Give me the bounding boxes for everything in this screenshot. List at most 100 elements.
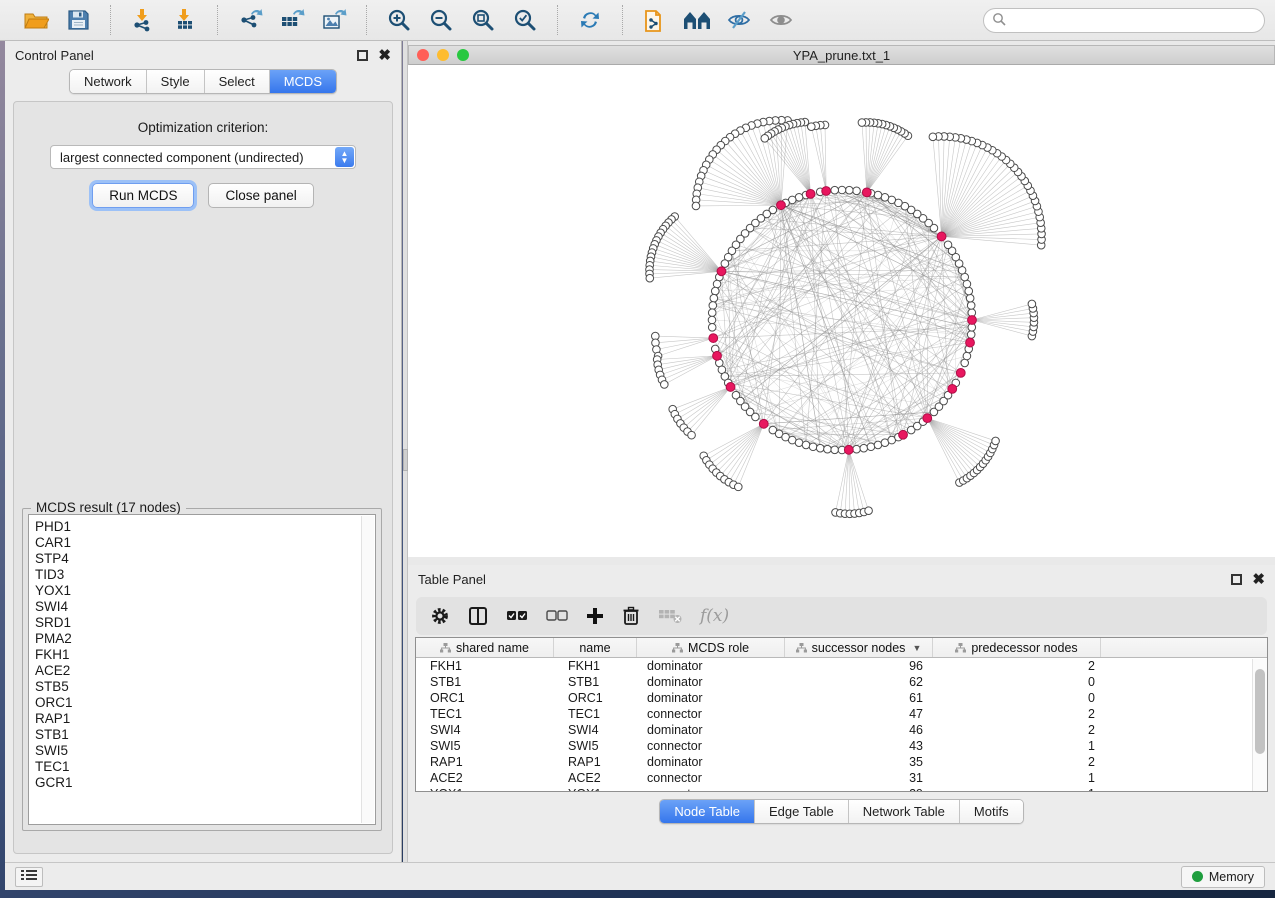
mcds-result-item[interactable]: CAR1 xyxy=(35,535,375,551)
network-window-titlebar[interactable]: YPA_prune.txt_1 xyxy=(408,45,1275,65)
delete-icon[interactable] xyxy=(622,606,640,626)
refresh-button[interactable] xyxy=(572,4,608,36)
zoom-in-button[interactable] xyxy=(381,4,417,36)
gear-icon[interactable] xyxy=(430,606,450,626)
close-panel-icon[interactable]: ✖ xyxy=(378,50,391,61)
table-row[interactable]: RAP1RAP1dominator352 xyxy=(416,754,1267,770)
table-tab-motifs[interactable]: Motifs xyxy=(960,800,1023,823)
table-tab-node-table[interactable]: Node Table xyxy=(660,800,755,823)
run-mcds-button[interactable]: Run MCDS xyxy=(92,183,194,208)
vertical-splitter[interactable] xyxy=(403,41,408,862)
import-network-icon xyxy=(131,8,155,32)
column-header-name[interactable]: name xyxy=(554,638,637,657)
zoom-fit-button[interactable] xyxy=(465,4,501,36)
table-cell: RAP1 xyxy=(554,754,637,770)
column-header-filler xyxy=(1101,638,1267,657)
tab-network[interactable]: Network xyxy=(70,70,147,93)
mcds-result-item[interactable]: RAP1 xyxy=(35,711,375,727)
mcds-result-item[interactable]: TID3 xyxy=(35,567,375,583)
mcds-result-item[interactable]: YOX1 xyxy=(35,583,375,599)
table-cell: ORC1 xyxy=(554,690,637,706)
task-history-button[interactable] xyxy=(15,867,43,887)
refresh-icon xyxy=(578,8,602,32)
memory-button[interactable]: Memory xyxy=(1181,866,1265,888)
hide-panel-button[interactable] xyxy=(721,4,757,36)
close-table-panel-icon[interactable]: ✖ xyxy=(1252,574,1265,585)
mcds-result-item[interactable]: PMA2 xyxy=(35,631,375,647)
add-icon[interactable] xyxy=(586,607,604,625)
tree-column-icon xyxy=(440,643,451,653)
table-row[interactable]: FKH1FKH1dominator962 xyxy=(416,658,1267,674)
open-file-button[interactable] xyxy=(18,4,54,36)
optimization-criterion-dropdown[interactable]: largest connected component (undirected)… xyxy=(50,145,356,169)
mcds-result-item[interactable]: SRD1 xyxy=(35,615,375,631)
network-canvas[interactable] xyxy=(408,65,1275,557)
toolbar-separator xyxy=(557,5,558,35)
export-table-icon xyxy=(279,8,305,32)
mcds-result-item[interactable]: PHD1 xyxy=(35,519,375,535)
show-panel-button[interactable] xyxy=(763,4,799,36)
table-tab-edge-table[interactable]: Edge Table xyxy=(755,800,849,823)
float-panel-icon[interactable] xyxy=(357,50,368,61)
search-input[interactable] xyxy=(1011,13,1256,27)
control-panel-title: Control Panel xyxy=(15,48,357,63)
tab-style[interactable]: Style xyxy=(147,70,205,93)
deselect-all-icon[interactable] xyxy=(546,609,568,623)
export-image-button[interactable] xyxy=(316,4,352,36)
column-header-shared-name[interactable]: shared name xyxy=(416,638,554,657)
open-folder-icon xyxy=(23,9,49,31)
column-header-successor-nodes[interactable]: successor nodes▼ xyxy=(785,638,933,657)
mcds-result-item[interactable]: ACE2 xyxy=(35,663,375,679)
mcds-result-list[interactable]: PHD1CAR1STP4TID3YOX1SWI4SRD1PMA2FKH1ACE2… xyxy=(28,514,376,825)
mcds-result-item[interactable]: STP4 xyxy=(35,551,375,567)
mcds-result-item[interactable]: FKH1 xyxy=(35,647,375,663)
splitter-grip[interactable] xyxy=(403,449,408,471)
network-graph[interactable] xyxy=(408,65,1275,557)
mcds-result-title: MCDS result (17 nodes) xyxy=(31,500,186,515)
search-field[interactable] xyxy=(983,8,1265,33)
table-scrollbar-thumb[interactable] xyxy=(1255,669,1265,754)
mcds-result-item[interactable]: STB1 xyxy=(35,727,375,743)
table-cell: 1 xyxy=(933,770,1101,786)
table-cell: SWI4 xyxy=(416,722,554,738)
table-cell: 47 xyxy=(785,706,933,722)
import-table-button[interactable] xyxy=(167,4,203,36)
mcds-list-scrollbar[interactable] xyxy=(361,516,374,823)
export-network-button[interactable] xyxy=(232,4,268,36)
table-row[interactable]: YOX1YOX1connector291 xyxy=(416,786,1267,792)
column-header-MCDS-role[interactable]: MCDS role xyxy=(637,638,785,657)
close-panel-button[interactable]: Close panel xyxy=(208,183,313,208)
column-chooser-icon[interactable] xyxy=(468,606,488,626)
table-cell-filler xyxy=(1101,690,1267,706)
import-network-button[interactable] xyxy=(125,4,161,36)
float-table-panel-icon[interactable] xyxy=(1231,574,1242,585)
mcds-result-item[interactable]: SWI5 xyxy=(35,743,375,759)
table-row[interactable]: TEC1TEC1connector472 xyxy=(416,706,1267,722)
export-table-button[interactable] xyxy=(274,4,310,36)
table-row[interactable]: SWI4SWI4dominator462 xyxy=(416,722,1267,738)
tab-select[interactable]: Select xyxy=(205,70,270,93)
mcds-result-item[interactable]: GCR1 xyxy=(35,775,375,791)
zoom-selected-button[interactable] xyxy=(507,4,543,36)
mcds-result-item[interactable]: ORC1 xyxy=(35,695,375,711)
table-row[interactable]: ORC1ORC1dominator610 xyxy=(416,690,1267,706)
network-region: YPA_prune.txt_1 Table Panel ✖ f(x) share… xyxy=(403,41,1275,862)
search-icon xyxy=(992,12,1006,29)
horizontal-splitter[interactable] xyxy=(408,557,1275,565)
share-network-button[interactable] xyxy=(637,4,673,36)
houses-icon-button[interactable] xyxy=(679,4,715,36)
table-tab-network-table[interactable]: Network Table xyxy=(849,800,960,823)
table-row[interactable]: ACE2ACE2connector311 xyxy=(416,770,1267,786)
table-row[interactable]: STB1STB1dominator620 xyxy=(416,674,1267,690)
mcds-result-item[interactable]: TEC1 xyxy=(35,759,375,775)
mcds-result-item[interactable]: SWI4 xyxy=(35,599,375,615)
select-all-icon[interactable] xyxy=(506,609,528,623)
zoom-out-button[interactable] xyxy=(423,4,459,36)
table-row[interactable]: SWI5SWI5connector431 xyxy=(416,738,1267,754)
save-session-button[interactable] xyxy=(60,4,96,36)
column-header-predecessor-nodes[interactable]: predecessor nodes xyxy=(933,638,1101,657)
mcds-result-item[interactable]: STB5 xyxy=(35,679,375,695)
table-cell: YOX1 xyxy=(554,786,637,792)
table-scrollbar[interactable] xyxy=(1252,659,1267,791)
tab-mcds[interactable]: MCDS xyxy=(270,70,336,93)
